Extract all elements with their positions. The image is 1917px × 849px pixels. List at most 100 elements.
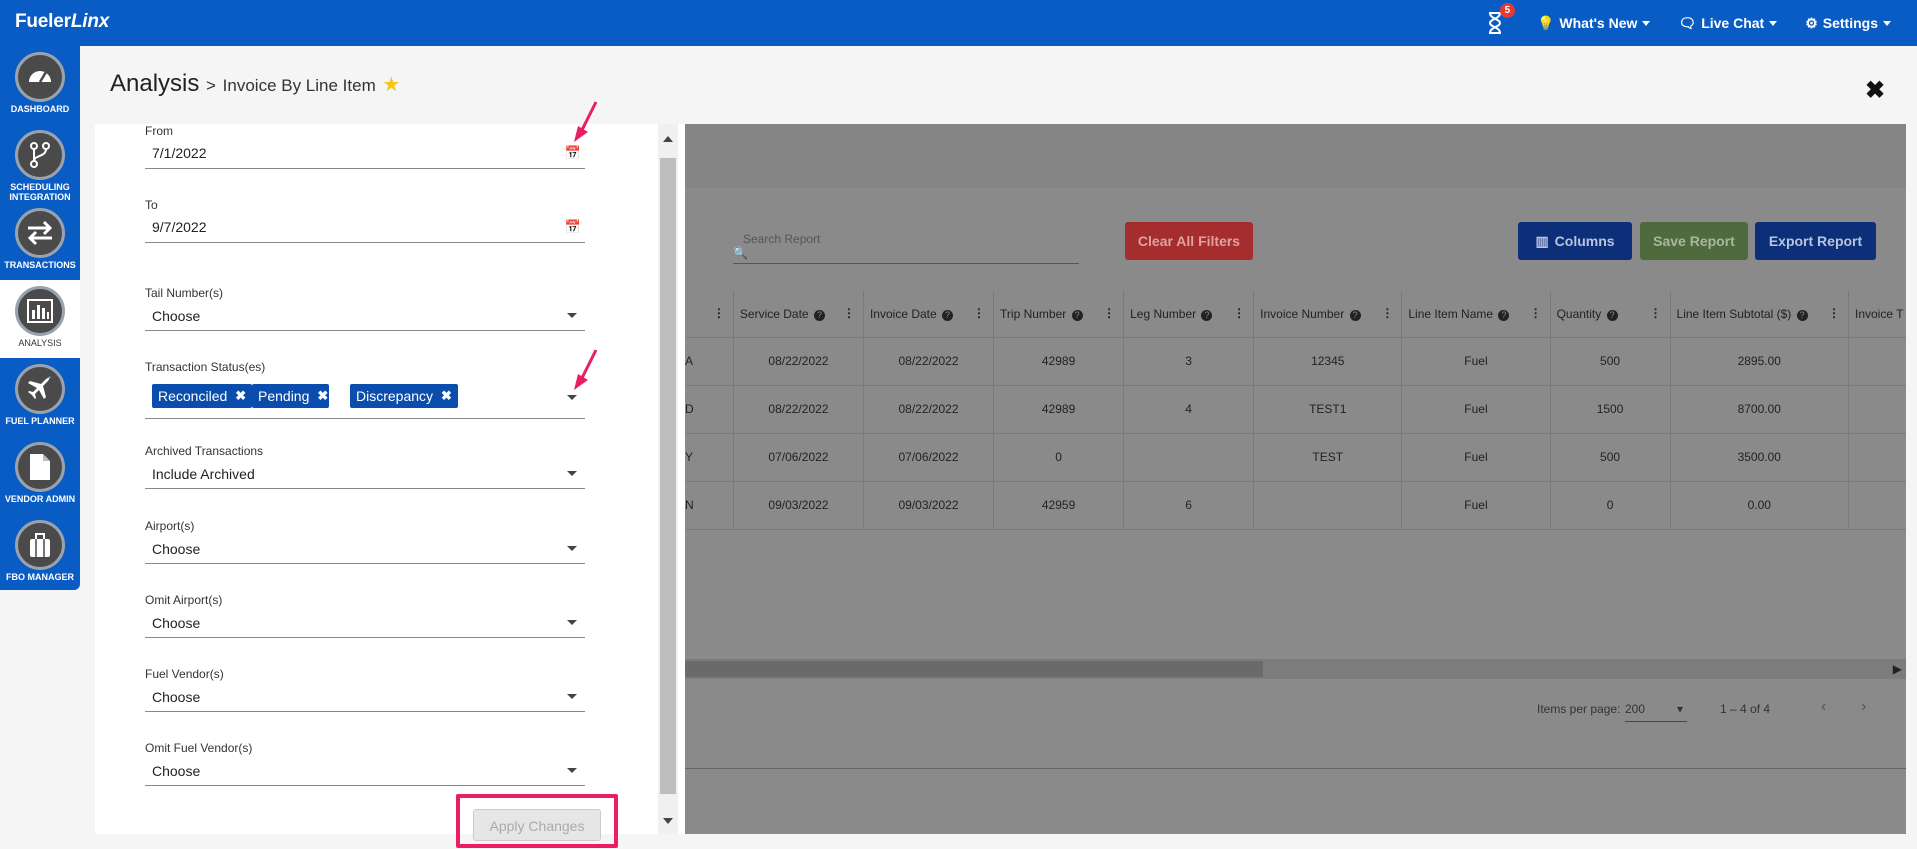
save-report-button[interactable]: Save Report xyxy=(1640,222,1748,260)
sidebar-item-fuel-planner[interactable]: FUEL PLANNER xyxy=(0,358,80,436)
column-header[interactable]: Invoice T xyxy=(1848,291,1906,338)
chevron-down-icon xyxy=(1642,20,1651,26)
calendar-icon[interactable]: 📅 xyxy=(565,219,581,235)
clear-all-filters-button[interactable]: Clear All Filters xyxy=(1125,222,1253,260)
brand-logo[interactable]: FuelerLinx xyxy=(15,11,109,33)
dropdown-arrow-icon xyxy=(567,546,577,551)
close-icon[interactable]: ✖ xyxy=(441,388,452,404)
more-vert-icon[interactable]: ⋮ xyxy=(1381,306,1393,320)
sidebar-item-vendor-admin[interactable]: VENDOR ADMIN xyxy=(0,436,80,514)
scrollbar-thumb[interactable] xyxy=(683,661,1263,677)
column-header-label: Line Item Subtotal ($) xyxy=(1676,306,1792,321)
archived-transactions-field[interactable]: Archived Transactions Include Archived xyxy=(145,444,585,490)
scroll-up-icon[interactable] xyxy=(663,136,673,142)
settings-menu[interactable]: ⚙ Settings xyxy=(1805,15,1891,32)
airport-select[interactable]: Choose xyxy=(145,532,585,564)
omit-airport-select[interactable]: Choose xyxy=(145,606,585,638)
close-icon[interactable]: ✖ xyxy=(1865,76,1885,105)
to-date-input[interactable]: 9/7/2022 📅 xyxy=(145,211,585,243)
sidebar-item-analysis[interactable]: ANALYSIS xyxy=(0,280,80,358)
airport-field[interactable]: Airport(s) Choose xyxy=(145,519,585,565)
table-cell: 4 xyxy=(1123,385,1255,434)
column-header[interactable]: Leg Number ? ⋮ xyxy=(1123,291,1255,338)
dropdown-arrow-icon xyxy=(567,471,577,476)
chevron-right-icon[interactable]: ▶ xyxy=(1893,662,1902,676)
sidebar-item-dashboard[interactable]: DASHBOARD xyxy=(0,46,80,124)
swap-arrows-icon xyxy=(15,208,65,258)
more-vert-icon[interactable]: ⋮ xyxy=(843,306,855,320)
status-chip-discrepancy[interactable]: Discrepancy ✖ xyxy=(350,384,458,408)
horizontal-scrollbar[interactable]: ▶ xyxy=(683,659,1906,679)
vertical-scrollbar[interactable] xyxy=(658,124,678,834)
archived-select[interactable]: Include Archived xyxy=(145,457,585,489)
table-row[interactable]: A 08/22/2022 08/22/2022 42989 3 12345 Fu… xyxy=(683,337,1906,386)
favorite-star-icon[interactable]: ★ xyxy=(382,74,400,96)
omit-fuel-vendor-field[interactable]: Omit Fuel Vendor(s) Choose xyxy=(145,741,585,787)
transaction-status-select[interactable]: Reconciled ✖ Pending ✖ Discrepancy ✖ xyxy=(145,373,585,419)
sidebar-item-fbo-manager[interactable]: FBO MANAGER xyxy=(0,514,80,592)
scroll-down-icon[interactable] xyxy=(663,818,673,824)
table-row[interactable]: D 08/22/2022 08/22/2022 42989 4 TEST1 Fu… xyxy=(683,385,1906,434)
live-chat-menu[interactable]: 🗨 Live Chat xyxy=(1678,14,1778,32)
column-header[interactable]: Service Date ? ⋮ xyxy=(733,291,864,338)
close-icon[interactable]: ✖ xyxy=(317,388,328,404)
column-header[interactable]: Trip Number ? ⋮ xyxy=(993,291,1125,338)
prev-page-icon[interactable]: ‹ xyxy=(1821,698,1826,716)
more-vert-icon[interactable]: ⋮ xyxy=(1233,306,1245,320)
from-date-input[interactable]: 7/1/2022 📅 xyxy=(145,137,585,169)
from-date-field[interactable]: From 7/1/2022 📅 xyxy=(145,124,585,170)
scrollbar-thumb[interactable] xyxy=(660,158,676,794)
fuel-vendor-field[interactable]: Fuel Vendor(s) Choose xyxy=(145,667,585,713)
column-header[interactable]: Line Item Name ? ⋮ xyxy=(1401,291,1551,338)
column-header[interactable]: Invoice Number ? ⋮ xyxy=(1253,291,1403,338)
status-chip-pending[interactable]: Pending ✖ xyxy=(252,384,329,408)
more-vert-icon[interactable]: ⋮ xyxy=(1650,306,1662,320)
more-vert-icon[interactable]: ⋮ xyxy=(1103,306,1115,320)
table-row[interactable]: Y 07/06/2022 07/06/2022 0 TEST Fuel 500 … xyxy=(683,433,1906,482)
table-cell: 08/22/2022 xyxy=(863,385,995,434)
column-header[interactable]: ⋮ xyxy=(683,291,734,338)
export-report-button[interactable]: Export Report xyxy=(1755,222,1876,260)
column-header[interactable]: Invoice Date ? ⋮ xyxy=(863,291,995,338)
notifications-button[interactable]: 5 xyxy=(1487,3,1515,35)
omit-airport-field[interactable]: Omit Airport(s) Choose xyxy=(145,593,585,639)
more-vert-icon[interactable]: ⋮ xyxy=(1828,306,1840,320)
status-chip-reconciled[interactable]: Reconciled ✖ xyxy=(152,384,253,408)
whats-new-label: What's New xyxy=(1559,15,1638,31)
omit-fuel-vendor-select[interactable]: Choose xyxy=(145,754,585,786)
table-cell xyxy=(1253,481,1403,530)
help-icon: ? xyxy=(1071,309,1083,321)
table-cell: 3 xyxy=(1123,337,1255,386)
search-placeholder: Search Report xyxy=(743,232,821,246)
help-icon: ? xyxy=(813,309,825,321)
tail-number-value: Choose xyxy=(152,308,201,324)
column-header[interactable]: Quantity ? ⋮ xyxy=(1550,291,1671,338)
apply-changes-button[interactable]: Apply Changes xyxy=(473,809,601,841)
more-vert-icon[interactable]: ⋮ xyxy=(713,306,725,320)
tail-number-select[interactable]: Choose xyxy=(145,299,585,331)
items-per-page-select[interactable]: 200 ▾ xyxy=(1625,702,1687,722)
more-vert-icon[interactable]: ⋮ xyxy=(1530,306,1542,320)
help-icon: ? xyxy=(1201,309,1213,321)
archived-label: Archived Transactions xyxy=(145,444,264,458)
to-date-field[interactable]: To 9/7/2022 📅 xyxy=(145,198,585,244)
tail-number-label: Tail Number(s) xyxy=(145,286,224,300)
whats-new-menu[interactable]: 💡 What's New xyxy=(1537,15,1651,32)
fuel-vendor-select[interactable]: Choose xyxy=(145,680,585,712)
search-report-input[interactable]: Search Report 🔍 xyxy=(733,228,1079,264)
sidebar-item-transactions[interactable]: TRANSACTIONS xyxy=(0,202,80,280)
chip-label: Pending xyxy=(258,388,310,404)
table-row[interactable]: N 09/03/2022 09/03/2022 42959 6 Fuel 0 0… xyxy=(683,481,1906,530)
table-cell: 1500 xyxy=(1550,385,1671,434)
more-vert-icon[interactable]: ⋮ xyxy=(973,306,985,320)
columns-button[interactable]: ▥ Columns xyxy=(1518,222,1632,260)
sidebar-item-scheduling-integration[interactable]: SCHEDULING INTEGRATION xyxy=(0,124,80,202)
dropdown-arrow-icon xyxy=(567,768,577,773)
next-page-icon[interactable]: › xyxy=(1861,698,1866,716)
transaction-status-field[interactable]: Transaction Status(es) Reconciled ✖ Pendi… xyxy=(145,360,585,420)
tail-number-field[interactable]: Tail Number(s) Choose xyxy=(145,286,585,332)
table-cell xyxy=(1123,433,1255,482)
close-icon[interactable]: ✖ xyxy=(235,388,246,404)
chat-bubble-icon: 🗨 xyxy=(1678,14,1697,31)
column-header[interactable]: Line Item Subtotal ($) ? ⋮ xyxy=(1670,291,1849,338)
